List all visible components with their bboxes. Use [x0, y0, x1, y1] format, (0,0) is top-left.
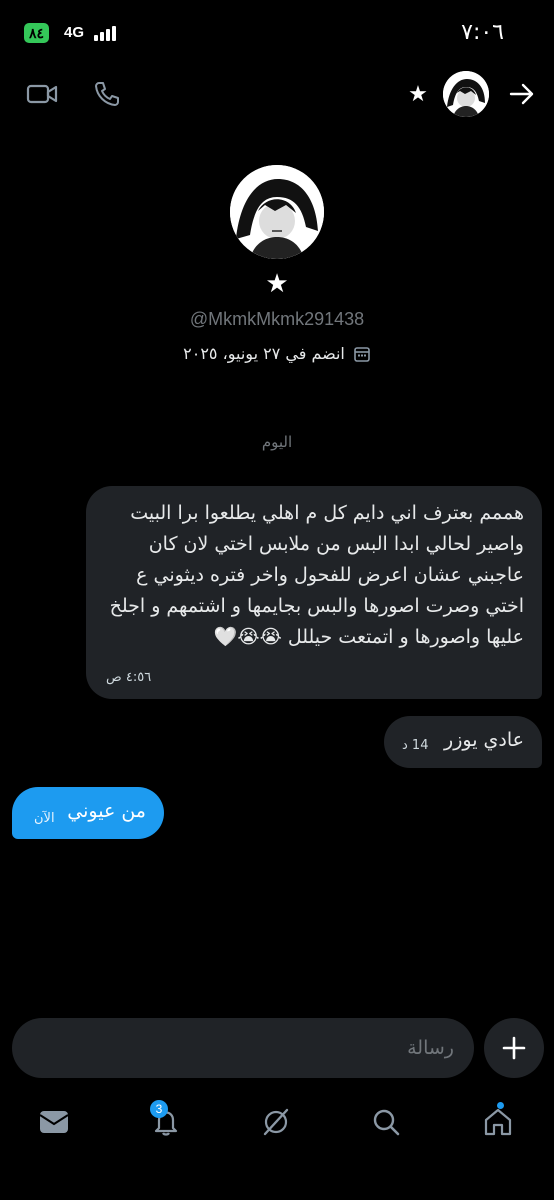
network-type: 4G [64, 24, 85, 41]
message-time: الآن [34, 811, 55, 826]
message-bubble-outgoing[interactable]: من عيوني الآن [12, 787, 164, 839]
nav-messages[interactable] [24, 1092, 84, 1152]
nav-search[interactable] [356, 1092, 416, 1152]
plus-icon [502, 1036, 526, 1060]
message-text: هممم بعترف اني دايم كل م اهلي يطلعوا برا… [109, 502, 524, 648]
add-attachment-button[interactable] [484, 1018, 544, 1078]
phone-call-icon[interactable] [90, 78, 124, 110]
message-composer [12, 1018, 474, 1078]
verified-star-icon: ★ [265, 269, 289, 299]
profile-summary: ★ @MkmkMkmk291438 انضم في ٢٧ يونيو، ٢٠٢٥ [0, 165, 554, 363]
back-arrow-icon[interactable] [504, 78, 540, 110]
battery-indicator: ٨٤ [24, 23, 50, 43]
search-icon [373, 1109, 400, 1136]
grok-icon [263, 1108, 289, 1136]
message-bubble-incoming[interactable]: هممم بعترف اني دايم كل م اهلي يطلعوا برا… [86, 486, 542, 699]
message-text: عادي يوزر [444, 729, 524, 751]
joined-date: انضم في ٢٧ يونيو، ٢٠٢٥ [183, 344, 345, 363]
envelope-icon [39, 1111, 69, 1133]
new-content-dot [497, 1102, 504, 1109]
notification-badge: 3 [150, 1100, 168, 1118]
profile-avatar[interactable] [230, 165, 324, 259]
message-time: ٤:٥٦ ص [106, 670, 152, 685]
message-input[interactable] [74, 1032, 454, 1064]
home-icon [484, 1108, 512, 1136]
profile-handle[interactable]: @MkmkMkmk291438 [0, 309, 554, 330]
day-divider: اليوم [261, 433, 293, 451]
message-text: من عيوني [67, 800, 146, 822]
contact-avatar[interactable] [443, 71, 489, 117]
calendar-icon [354, 346, 370, 362]
nav-grok[interactable] [246, 1092, 306, 1152]
bottom-navigation: 3 [0, 1092, 554, 1154]
signal-icon [94, 25, 120, 41]
status-time: ٧:٠٦ [461, 20, 504, 45]
nav-notifications[interactable]: 3 [136, 1092, 196, 1152]
message-time: 14 د [402, 738, 429, 753]
conversation-header: ★ [0, 64, 554, 124]
status-bar: ٨٤ 4G ٧:٠٦ [0, 0, 554, 60]
message-bubble-incoming[interactable]: عادي يوزر 14 د [384, 716, 542, 768]
joined-date-row: انضم في ٢٧ يونيو، ٢٠٢٥ [0, 344, 554, 363]
video-call-icon[interactable] [24, 78, 60, 110]
nav-home[interactable] [468, 1092, 528, 1152]
star-icon: ★ [408, 81, 428, 107]
